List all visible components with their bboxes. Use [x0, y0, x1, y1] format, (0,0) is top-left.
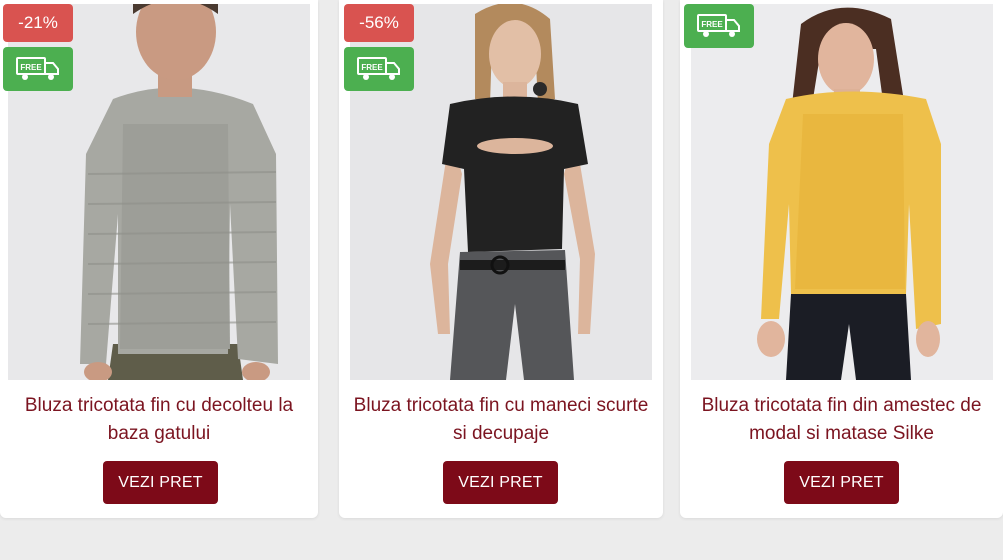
- product-card[interactable]: FREE Bluza tricotata fin din amestec de …: [680, 0, 1003, 518]
- see-price-button[interactable]: VEZI PRET: [784, 461, 899, 504]
- product-title[interactable]: Bluza tricotata fin cu decolteu la baza …: [0, 392, 318, 448]
- see-price-button[interactable]: VEZI PRET: [443, 461, 558, 504]
- free-shipping-badge: FREE: [3, 47, 73, 91]
- svg-text:FREE: FREE: [701, 20, 723, 29]
- product-title[interactable]: Bluza tricotata fin cu maneci scurte si …: [339, 392, 663, 448]
- svg-text:FREE: FREE: [20, 63, 42, 72]
- product-title[interactable]: Bluza tricotata fin din amestec de modal…: [680, 392, 1003, 448]
- product-card[interactable]: -56% FREE Bluza tricotata fin cu maneci …: [339, 0, 663, 518]
- free-shipping-badge: FREE: [684, 4, 754, 48]
- svg-text:FREE: FREE: [361, 63, 383, 72]
- truck-icon: FREE: [357, 57, 400, 80]
- truck-icon: FREE: [16, 57, 59, 80]
- see-price-button[interactable]: VEZI PRET: [103, 461, 218, 504]
- discount-badge: -21%: [3, 4, 73, 42]
- discount-badge: -56%: [344, 4, 414, 42]
- truck-icon: FREE: [697, 14, 740, 37]
- product-image[interactable]: [691, 4, 993, 380]
- free-shipping-badge: FREE: [344, 47, 414, 91]
- product-card[interactable]: -21% FREE Bluza tricotata fin cu decolte…: [0, 0, 318, 518]
